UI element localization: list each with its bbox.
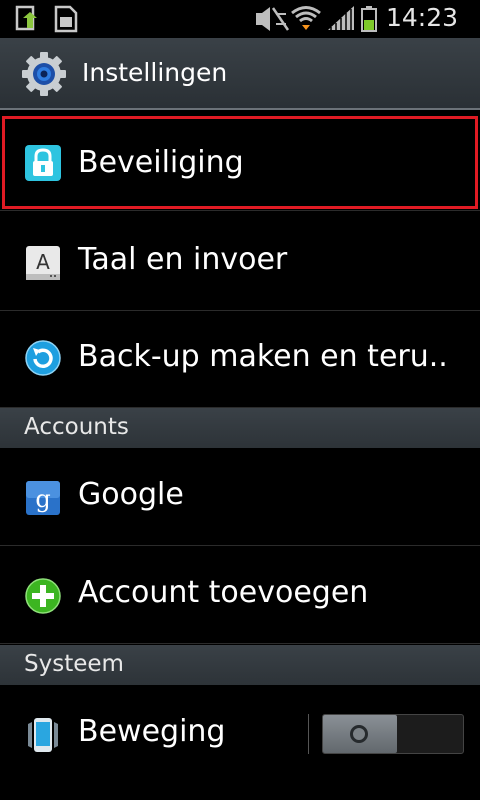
- keyboard-a-icon: A: [26, 246, 60, 280]
- google-icon: g: [26, 481, 60, 515]
- section-header-system: Systeem: [0, 645, 480, 685]
- settings-item-label: Account toevoegen: [78, 575, 369, 610]
- settings-item-label: Back-up maken en teru..: [78, 339, 448, 374]
- settings-gear-icon[interactable]: [20, 50, 68, 98]
- mute-icon: [256, 7, 290, 31]
- add-account-icon: [25, 578, 61, 614]
- svg-text:A: A: [36, 250, 50, 274]
- battery-icon: [361, 6, 377, 32]
- settings-item-label: Google: [78, 477, 184, 512]
- section-title: Accounts: [24, 414, 129, 440]
- screen: 14:23 Instellingen Beveiliging A Taal en…: [0, 0, 480, 800]
- phone-motion-icon: [28, 718, 58, 752]
- settings-item-label: Taal en invoer: [78, 242, 288, 277]
- settings-item-label: Beveiliging: [78, 145, 244, 180]
- status-bar: 14:23: [0, 0, 480, 38]
- backup-restore-icon: [25, 340, 61, 376]
- lock-icon: [25, 145, 61, 181]
- signal-icon: [328, 6, 354, 30]
- settings-item-language-input[interactable]: A Taal en invoer: [0, 214, 480, 311]
- settings-item-add-account[interactable]: Account toevoegen: [0, 547, 480, 644]
- toggle-off-icon: [350, 725, 368, 743]
- settings-item-label: Beweging: [78, 714, 226, 749]
- section-header-accounts: Accounts: [0, 408, 480, 448]
- section-title: Systeem: [24, 651, 124, 677]
- action-bar: Instellingen: [0, 38, 480, 110]
- settings-item-security[interactable]: Beveiliging: [0, 114, 480, 211]
- status-clock: 14:23: [385, 3, 458, 32]
- svg-text:g: g: [35, 485, 50, 513]
- toggle-thumb[interactable]: [323, 715, 397, 753]
- page-title: Instellingen: [82, 58, 228, 87]
- settings-item-backup-reset[interactable]: Back-up maken en teru..: [0, 311, 480, 408]
- settings-item-google[interactable]: g Google: [0, 449, 480, 546]
- toggle-divider: [308, 714, 309, 754]
- motion-toggle-switch[interactable]: [322, 714, 464, 754]
- wifi-icon: [291, 6, 321, 30]
